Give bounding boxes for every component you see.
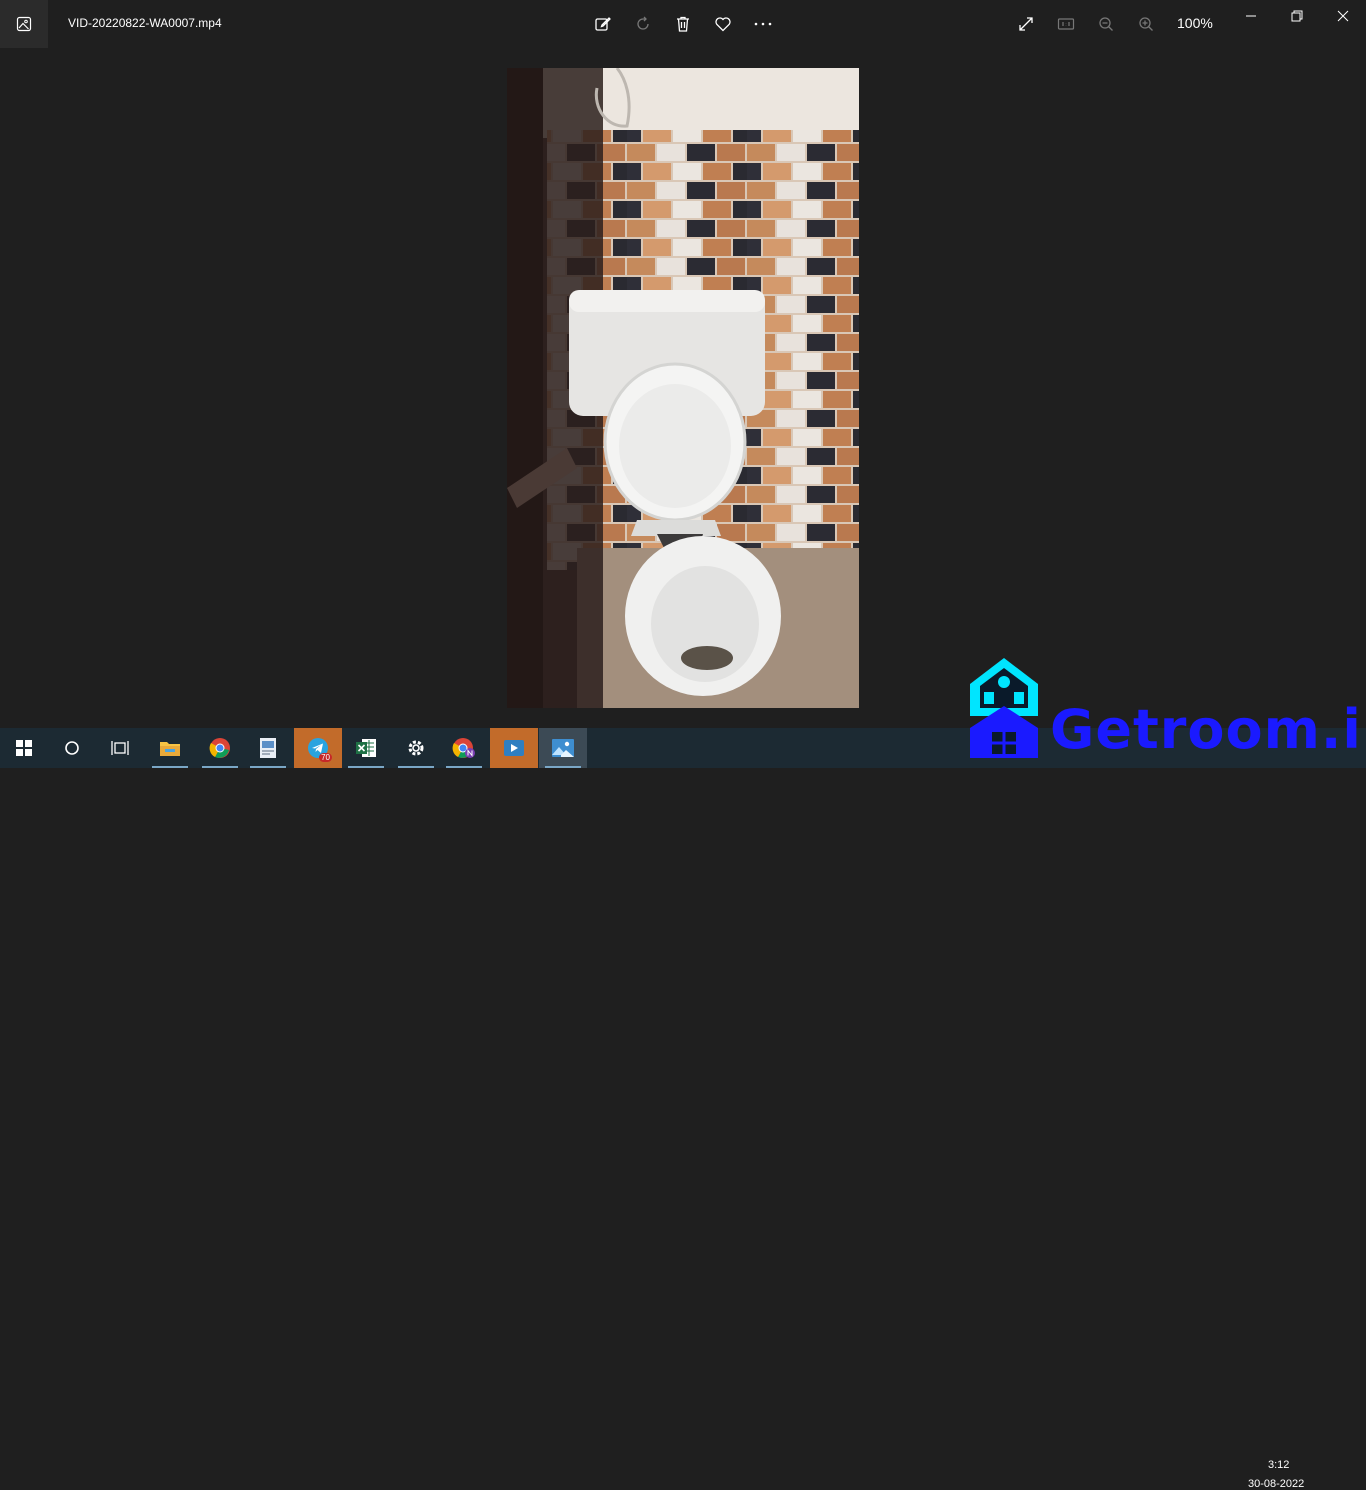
document-app-icon[interactable] [244, 728, 292, 768]
chrome-icon[interactable] [196, 728, 244, 768]
file-name: VID-20220822-WA0007.mp4 [68, 16, 222, 30]
minimize-button[interactable] [1239, 6, 1263, 26]
clock-date[interactable]: 30-08-2022 [1248, 1478, 1304, 1490]
close-button[interactable] [1331, 6, 1355, 26]
watermark-text: Getroom.in [1050, 698, 1366, 761]
telegram-icon[interactable]: 70 [294, 728, 342, 768]
rotate-icon[interactable] [631, 12, 655, 36]
zoom-level: 100% [1177, 15, 1213, 31]
file-explorer-icon[interactable] [146, 728, 194, 768]
excel-icon[interactable] [342, 728, 390, 768]
title-bar: VID-20220822-WA0007.mp4 100% [0, 0, 1366, 48]
telegram-badge: 70 [319, 753, 332, 762]
restore-button[interactable] [1285, 6, 1309, 26]
delete-icon[interactable] [671, 12, 695, 36]
fullscreen-icon[interactable] [1014, 12, 1038, 36]
photos-icon[interactable] [539, 728, 587, 768]
settings-icon[interactable] [392, 728, 440, 768]
media-frame[interactable] [507, 68, 859, 708]
photos-app-window: VID-20220822-WA0007.mp4 100% [0, 0, 1366, 728]
movies-tv-icon[interactable] [490, 728, 538, 768]
house-logo-icon [970, 658, 1038, 758]
clock-time[interactable]: 3:12 [1268, 1459, 1289, 1471]
zoom-out-icon[interactable] [1094, 12, 1118, 36]
zoom-in-icon[interactable] [1134, 12, 1158, 36]
getroom-watermark: Getroom.in [968, 656, 1366, 760]
photos-app-icon[interactable] [0, 0, 48, 48]
more-icon[interactable] [751, 12, 775, 36]
actual-size-icon[interactable] [1054, 12, 1078, 36]
start-icon[interactable] [0, 728, 48, 768]
chrome-profile-icon[interactable] [440, 728, 488, 768]
edit-icon[interactable] [591, 12, 615, 36]
cortana-icon[interactable] [48, 728, 96, 768]
task-view-icon[interactable] [96, 728, 144, 768]
favorite-icon[interactable] [711, 12, 735, 36]
